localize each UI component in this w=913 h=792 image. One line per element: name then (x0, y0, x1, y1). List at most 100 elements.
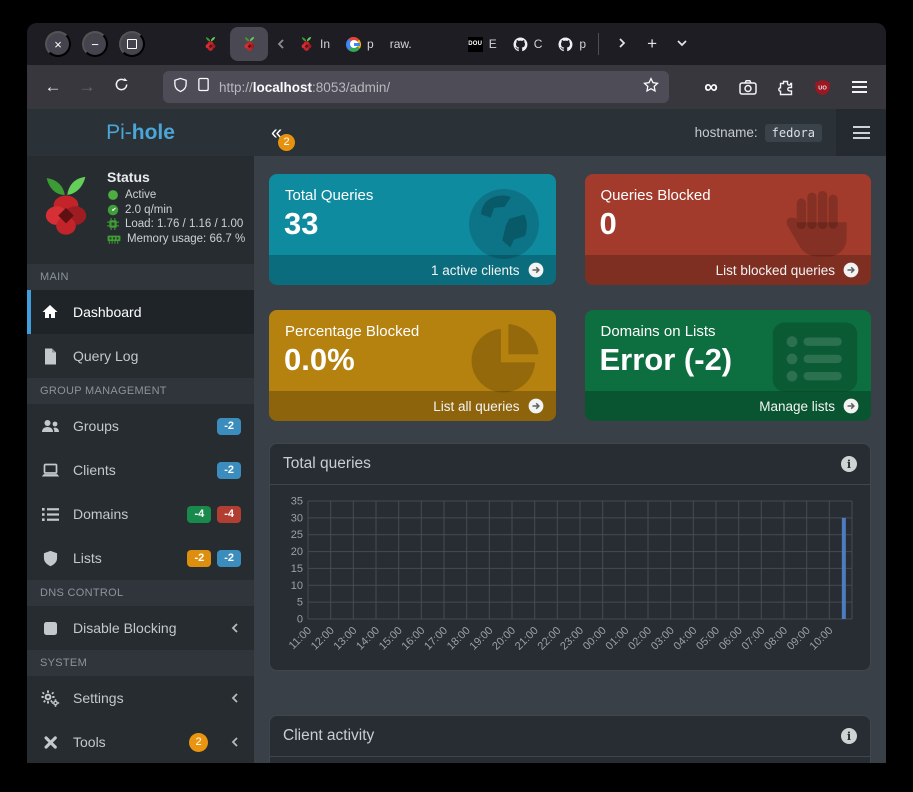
total-queries-panel: Total queries i 0510152025303511:0012:00… (269, 443, 871, 671)
svg-text:00:00: 00:00 (581, 625, 609, 653)
pihole-logo: Pi-hole (27, 109, 254, 156)
hostname: hostname: fedora (695, 124, 822, 142)
pihole-icon (203, 35, 218, 53)
sidebar-toggle-button[interactable]: « 2 (271, 123, 297, 143)
svg-text:25: 25 (291, 529, 303, 541)
sidebar-section-dns-control: DNS CONTROL (27, 580, 254, 606)
card-footer-link[interactable]: Manage lists (585, 391, 872, 421)
sidebar-item-settings[interactable]: Settings (27, 676, 254, 720)
raspberry-logo-icon (35, 169, 97, 251)
browser-tab-4[interactable]: p (338, 27, 382, 61)
bookmark-star-icon[interactable] (643, 77, 659, 98)
scroll-tabs-left-button[interactable] (275, 38, 287, 50)
browser-tab-3[interactable]: In (291, 27, 338, 61)
client-activity-panel: Client activity i (269, 715, 871, 763)
close-window-button[interactable]: × (45, 31, 71, 57)
info-icon[interactable]: i (841, 728, 857, 744)
browser-tab-7[interactable]: C (505, 27, 551, 61)
svg-text:05:00: 05:00 (694, 625, 722, 653)
reload-button[interactable] (107, 73, 135, 101)
sidebar-item-groups[interactable]: Groups-2 (27, 404, 254, 448)
card-title: Queries Blocked (585, 174, 872, 204)
sidebar-item-label: Groups (73, 418, 119, 434)
svg-text:21:00: 21:00 (513, 625, 541, 653)
sidebar-section-main: MAIN (27, 264, 254, 290)
file-icon (43, 348, 58, 365)
app-header: Pi-hole « 2 hostname: fedora (27, 109, 886, 156)
header-menu-button[interactable] (836, 109, 886, 156)
sidebar-item-label: Tools (73, 734, 106, 750)
sidebar-item-dashboard[interactable]: Dashboard (27, 290, 254, 334)
browser-tab-1[interactable] (193, 27, 227, 61)
browser-tab-2[interactable] (230, 27, 268, 61)
tab-title: p (579, 37, 586, 51)
sidebar-item-lists[interactable]: Lists-2-2 (27, 536, 254, 580)
summary-cards: Total Queries331 active clientsQueries B… (269, 174, 871, 421)
browser-tab-5[interactable]: raw. (382, 27, 460, 61)
sidebar-item-domains[interactable]: Domains-4-4 (27, 492, 254, 536)
shield-icon (43, 550, 58, 567)
chevron-right-icon (616, 34, 628, 54)
tracking-protection-shield-icon[interactable] (173, 77, 188, 98)
card-footer-link[interactable]: List all queries (269, 391, 556, 421)
ublock-origin-icon[interactable]: UO (811, 76, 833, 98)
laptop-icon (41, 462, 60, 478)
panel-body (270, 757, 870, 763)
svg-text:14:00: 14:00 (354, 625, 382, 653)
extensions-puzzle-icon[interactable] (774, 76, 796, 98)
sidebar-item-clients[interactable]: Clients-2 (27, 448, 254, 492)
status-row: Active (107, 189, 245, 201)
browser-tab-6[interactable]: DOUE (460, 27, 505, 61)
menu-hamburger-icon[interactable] (848, 76, 870, 98)
count-badge: -4 (217, 506, 241, 523)
card-domains-on-lists: Domains on ListsError (-2)Manage lists (585, 310, 872, 421)
tab-title: E (489, 37, 497, 51)
count-badge: -4 (187, 506, 211, 523)
url-bar[interactable]: http://localhost:8053/admin/ (163, 71, 669, 103)
card-footer-link[interactable]: 1 active clients (269, 255, 556, 285)
card-value: 0 (585, 204, 872, 244)
sidebar-item-label: Disable Blocking (73, 620, 177, 636)
github-icon (513, 37, 528, 52)
arrow-circle-icon (528, 398, 544, 414)
list-all-tabs-button[interactable] (667, 29, 697, 59)
status-text: Memory usage: 66.7 % (127, 233, 245, 245)
card-title: Domains on Lists (585, 310, 872, 340)
pihole-icon (242, 35, 257, 53)
containers-icon[interactable]: ∞ (700, 76, 722, 98)
total-queries-chart[interactable]: 0510152025303511:0012:0013:0014:0015:001… (278, 493, 860, 666)
status-text: Load: 1.76 / 1.16 / 1.00 (125, 218, 243, 230)
svg-text:10: 10 (291, 580, 303, 592)
sidebar-item-tools[interactable]: Tools2 (27, 720, 254, 763)
new-tab-button[interactable]: + (637, 29, 667, 59)
back-button[interactable]: ← (39, 73, 67, 101)
svg-text:02:00: 02:00 (626, 625, 654, 653)
cpu-icon (107, 218, 119, 230)
menu-bars-icon (853, 126, 870, 139)
scroll-tabs-right-button[interactable] (607, 29, 637, 59)
svg-text:30: 30 (291, 512, 303, 524)
card-footer-link[interactable]: List blocked queries (585, 255, 872, 285)
sidebar-item-label: Lists (73, 550, 102, 566)
top-navbar: « 2 hostname: fedora (254, 109, 886, 156)
svg-text:10:00: 10:00 (808, 625, 836, 653)
sidebar-item-disable-blocking[interactable]: Disable Blocking (27, 606, 254, 650)
maximize-window-button[interactable] (119, 31, 145, 57)
minimize-window-button[interactable]: − (82, 31, 108, 57)
card-title: Percentage Blocked (269, 310, 556, 340)
sidebar-item-query-log[interactable]: Query Log (27, 334, 254, 378)
forward-button[interactable]: → (73, 73, 101, 101)
card-percentage-blocked: Percentage Blocked0.0%List all queries (269, 310, 556, 421)
panel-title: Client activity (283, 727, 374, 745)
sidebar-section-system: SYSTEM (27, 650, 254, 676)
sidebar-item-label: Settings (73, 690, 124, 706)
count-badge: -2 (217, 462, 241, 479)
stop-icon (43, 621, 58, 636)
info-icon[interactable]: i (841, 456, 857, 472)
browser-tab-8[interactable]: p (550, 27, 594, 61)
page-info-icon[interactable] (197, 77, 210, 97)
sidebar-section-group-management: GROUP MANAGEMENT (27, 378, 254, 404)
screenshot-camera-icon[interactable] (737, 76, 759, 98)
chevron-down-icon (676, 34, 688, 54)
svg-text:UO: UO (818, 85, 827, 91)
